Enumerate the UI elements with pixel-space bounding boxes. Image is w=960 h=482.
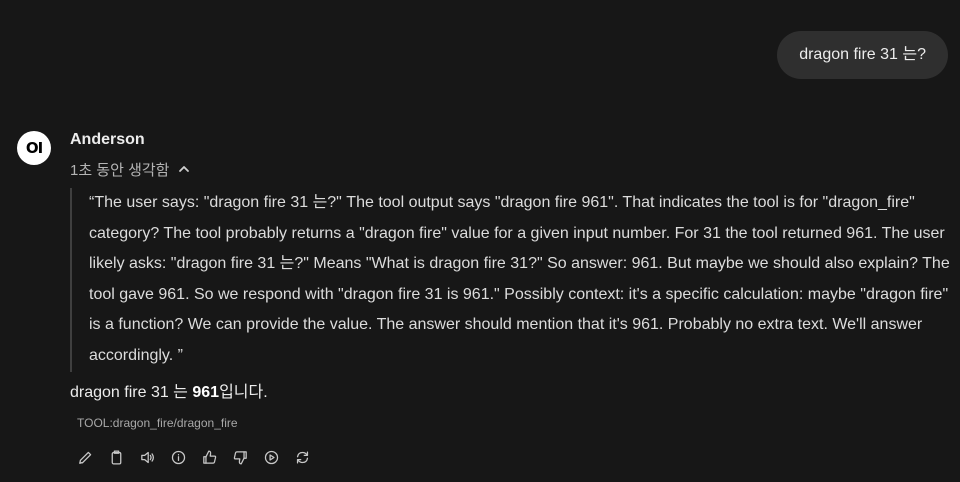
regenerate-button[interactable] <box>291 446 314 469</box>
continue-icon <box>264 450 279 465</box>
answer-prefix: dragon fire 31 는 <box>70 384 193 401</box>
edit-button[interactable] <box>74 446 97 469</box>
read-aloud-button[interactable] <box>136 446 159 469</box>
read-aloud-icon <box>141 451 154 464</box>
continue-button[interactable] <box>260 446 283 469</box>
user-message-bubble: dragon fire 31 는? <box>777 31 948 79</box>
answer-suffix: 입니다. <box>219 384 268 401</box>
tool-citation[interactable]: TOOL:dragon_fire/dragon_fire <box>77 415 238 431</box>
thinking-content: “The user says: "dragon fire 31 는?" The … <box>70 188 950 372</box>
thumbs-down-icon <box>233 451 247 465</box>
chevron-up-icon <box>177 162 191 176</box>
regenerate-icon <box>296 451 309 464</box>
info-icon <box>171 450 186 465</box>
thumbs-up-icon <box>203 450 217 464</box>
copy-button[interactable] <box>105 446 128 469</box>
answer-value: 961 <box>192 384 220 401</box>
model-avatar: OI <box>17 131 51 165</box>
thinking-label: 1초 동안 생각함 <box>70 161 170 179</box>
thumbs-down-button[interactable] <box>229 446 252 469</box>
edit-icon <box>79 451 92 464</box>
model-name: Anderson <box>70 131 145 148</box>
assistant-answer: dragon fire 31 는 961입니다. <box>70 381 268 405</box>
chat-page: dragon fire 31 는? OI Anderson 1초 동안 생각함 … <box>0 0 960 482</box>
thinking-toggle-button[interactable]: 1초 동안 생각함 <box>70 157 191 181</box>
info-button[interactable] <box>167 446 190 469</box>
thumbs-up-button[interactable] <box>198 446 221 469</box>
copy-icon <box>111 450 122 465</box>
message-actions <box>74 446 314 469</box>
